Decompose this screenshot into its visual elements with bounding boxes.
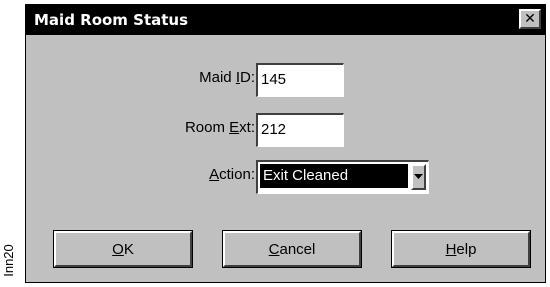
room-ext-row: Room Ext: 212 <box>26 113 545 147</box>
close-icon: ✕ <box>524 11 536 27</box>
close-button[interactable]: ✕ <box>519 9 541 29</box>
maid-id-label: Maid ID: <box>199 69 255 86</box>
help-button[interactable]: Help <box>391 230 531 268</box>
action-label: Action: <box>209 166 255 183</box>
cancel-button[interactable]: Cancel <box>222 230 362 268</box>
maid-room-status-dialog: Maid Room Status ✕ Maid ID: 145 Room Ext… <box>25 4 546 283</box>
dialog-title: Maid Room Status <box>34 11 189 29</box>
action-select[interactable]: Exit Cleaned <box>256 160 429 194</box>
chevron-down-icon <box>414 174 423 179</box>
action-selected-value[interactable]: Exit Cleaned <box>260 164 408 188</box>
side-caption-text: Inn20 <box>0 243 16 277</box>
room-ext-label: Room Ext: <box>184 119 255 136</box>
action-row: Action: Exit Cleaned <box>26 160 545 194</box>
title-bar[interactable]: Maid Room Status ✕ <box>26 5 545 35</box>
maid-id-row: Maid ID: 145 <box>26 63 545 97</box>
maid-id-input[interactable]: 145 <box>256 63 344 97</box>
dropdown-button[interactable] <box>411 164 426 190</box>
room-ext-input[interactable]: 212 <box>256 113 344 147</box>
ok-button[interactable]: OK <box>53 230 193 268</box>
side-caption: Inn20 <box>0 240 16 280</box>
